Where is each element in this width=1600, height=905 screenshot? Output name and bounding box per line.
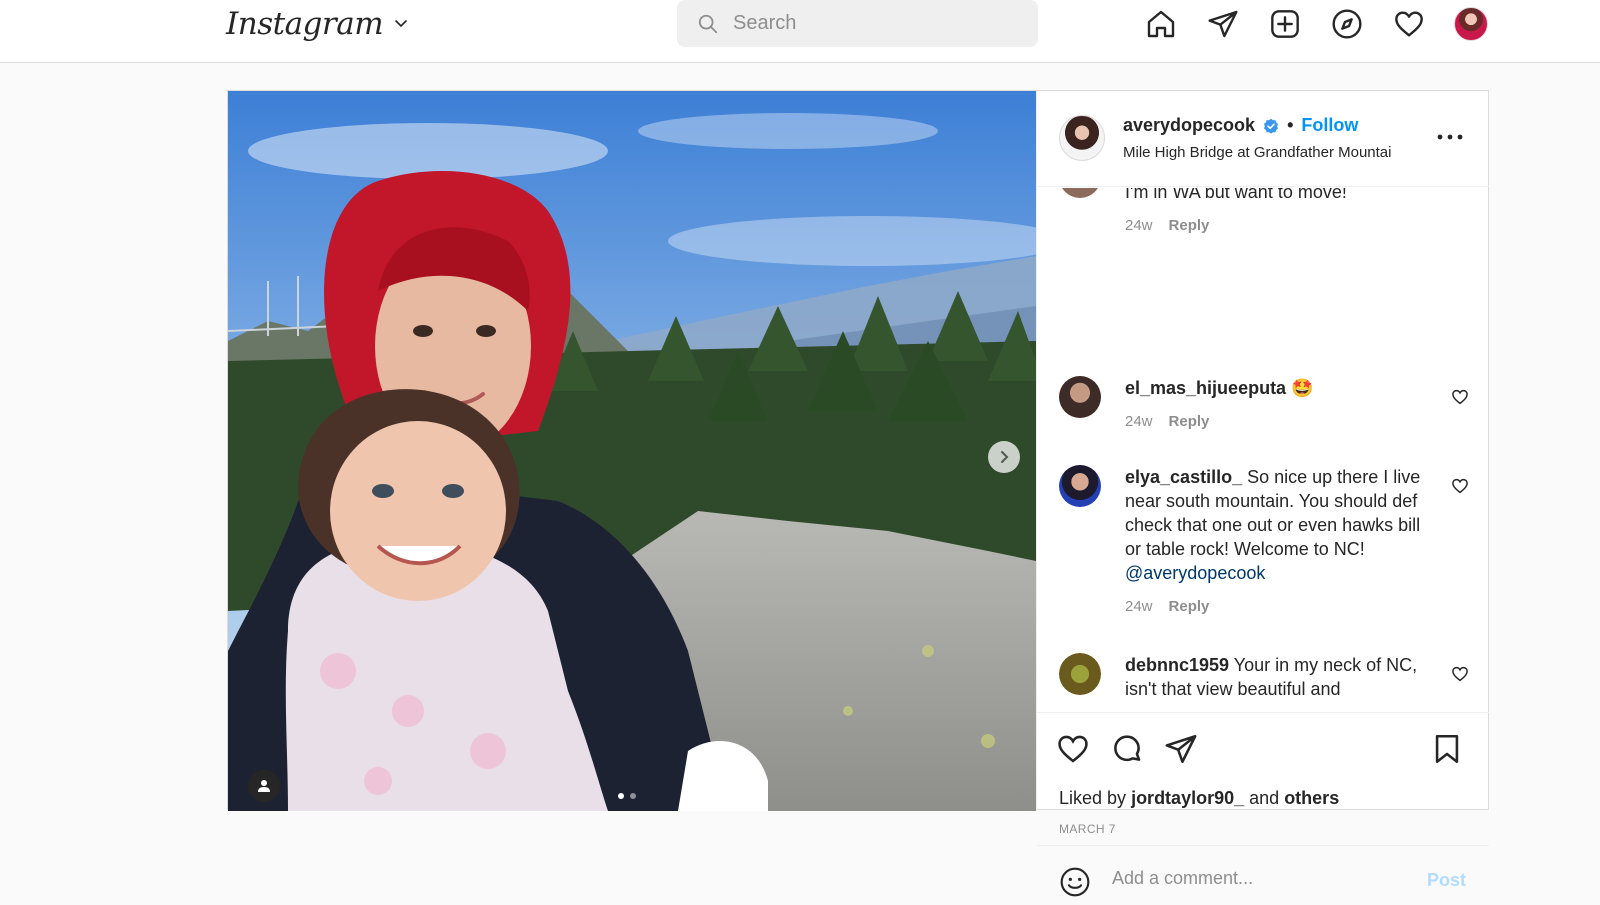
comment-username[interactable]: debnnc1959 bbox=[1125, 655, 1229, 675]
share-button[interactable] bbox=[1163, 731, 1199, 767]
reply-button[interactable]: Reply bbox=[1169, 410, 1210, 434]
comment-meta: 24w Reply bbox=[1125, 410, 1425, 434]
bookmark-icon bbox=[1435, 734, 1459, 764]
search-bar[interactable] bbox=[677, 0, 1038, 47]
chevron-right-icon bbox=[1001, 451, 1009, 463]
carousel-indicator bbox=[618, 793, 636, 799]
liked-by-prefix: Liked by bbox=[1059, 788, 1127, 808]
reply-button[interactable]: Reply bbox=[1169, 595, 1210, 619]
post-sidebar: averydopecook • Follow Mile High Bridge … bbox=[1036, 91, 1489, 897]
comment-meta: 24w Reply bbox=[1125, 595, 1425, 619]
top-navigation-bar: Instagram bbox=[0, 0, 1600, 63]
comment-body: elya_castillo_ So nice up there I live n… bbox=[1125, 465, 1425, 619]
liked-by-user[interactable]: jordtaylor90_ bbox=[1131, 788, 1244, 808]
comment-body: el_mas_hijueeputa 🤩 24w Reply bbox=[1125, 376, 1425, 434]
comment-like-icon[interactable] bbox=[1451, 388, 1469, 406]
post-comment-button[interactable]: Post bbox=[1427, 870, 1466, 891]
direct-messages-button[interactable] bbox=[1205, 6, 1241, 42]
follow-button[interactable]: Follow bbox=[1301, 115, 1358, 136]
explore-button[interactable] bbox=[1329, 6, 1365, 42]
author-username[interactable]: averydopecook bbox=[1123, 115, 1255, 136]
search-input[interactable] bbox=[733, 12, 1013, 35]
new-post-icon bbox=[1271, 10, 1299, 38]
comment-username[interactable]: elya_castillo_ bbox=[1125, 467, 1242, 487]
comment-time: 24w bbox=[1125, 413, 1153, 430]
tagged-users-button[interactable] bbox=[248, 770, 280, 802]
comment-text: it there? I'm in WA but want to move! bbox=[1125, 188, 1347, 202]
comment-time: 24w bbox=[1125, 217, 1153, 234]
post-card: averydopecook • Follow Mile High Bridge … bbox=[227, 90, 1489, 897]
profile-button[interactable] bbox=[1453, 6, 1489, 42]
reply-button[interactable]: Reply bbox=[1169, 214, 1210, 238]
author-row: averydopecook • Follow bbox=[1123, 115, 1358, 136]
comment-like-icon[interactable] bbox=[1451, 665, 1469, 683]
new-post-button[interactable] bbox=[1267, 6, 1303, 42]
comment-username[interactable]: el_mas_hijueeputa bbox=[1125, 378, 1286, 398]
chevron-down-icon[interactable] bbox=[393, 16, 409, 32]
comment-line: el_mas_hijueeputa 🤩 bbox=[1125, 376, 1425, 400]
nav-icons bbox=[1143, 6, 1489, 42]
comment-avatar[interactable] bbox=[1059, 188, 1101, 198]
save-button[interactable] bbox=[1429, 731, 1465, 767]
post-image bbox=[228, 91, 1036, 811]
like-button[interactable] bbox=[1055, 731, 1091, 767]
comment-meta: 24w Reply bbox=[1125, 214, 1425, 238]
post-photo[interactable] bbox=[228, 91, 1036, 811]
heart-icon bbox=[1395, 11, 1423, 37]
verified-badge-icon bbox=[1264, 118, 1279, 134]
comment-input[interactable] bbox=[1112, 868, 1412, 889]
logo-text: Instagram bbox=[226, 6, 384, 42]
post-location[interactable]: Mile High Bridge at Grandfather Mountai bbox=[1123, 144, 1423, 161]
instagram-logo[interactable]: Instagram bbox=[226, 2, 409, 46]
comment-line: elya_castillo_ So nice up there I live n… bbox=[1125, 465, 1425, 585]
share-icon bbox=[1165, 734, 1197, 764]
comment-avatar[interactable] bbox=[1059, 376, 1101, 418]
profile-avatar bbox=[1454, 7, 1488, 41]
post-header: averydopecook • Follow Mile High Bridge … bbox=[1037, 91, 1489, 187]
comment-avatar[interactable] bbox=[1059, 465, 1101, 507]
more-options-button[interactable] bbox=[1435, 127, 1465, 147]
comment-mention[interactable]: @averydopecook bbox=[1125, 563, 1265, 583]
comment-button[interactable] bbox=[1109, 731, 1145, 767]
home-button[interactable] bbox=[1143, 6, 1179, 42]
user-icon bbox=[258, 780, 270, 792]
comment-like-icon[interactable] bbox=[1451, 477, 1469, 495]
comment-body: it there? I'm in WA but want to move! 24… bbox=[1125, 188, 1425, 238]
comment-body: debnnc1959 Your in my neck of NC, isn't … bbox=[1125, 653, 1425, 701]
comment-avatar[interactable] bbox=[1059, 653, 1101, 695]
carousel-next-button[interactable] bbox=[988, 441, 1020, 473]
heart-icon bbox=[1058, 735, 1088, 763]
home-icon bbox=[1147, 10, 1175, 38]
post-actions: Liked by jordtaylor90_ and others MARCH … bbox=[1037, 712, 1489, 897]
direct-icon bbox=[1208, 10, 1238, 38]
comment-time: 24w bbox=[1125, 598, 1153, 615]
liked-by-others[interactable]: others bbox=[1284, 788, 1339, 808]
activity-button[interactable] bbox=[1391, 6, 1427, 42]
comments-list[interactable]: it there? I'm in WA but want to move! 24… bbox=[1037, 188, 1489, 712]
more-options-icon bbox=[1437, 134, 1463, 140]
carousel-dot-active bbox=[618, 793, 624, 799]
liked-by: Liked by jordtaylor90_ and others bbox=[1059, 788, 1339, 809]
emoji-icon[interactable] bbox=[1059, 866, 1091, 898]
carousel-dot bbox=[630, 793, 636, 799]
add-comment-bar: Post bbox=[1037, 845, 1489, 905]
separator-dot: • bbox=[1287, 115, 1294, 135]
search-icon bbox=[698, 14, 718, 33]
comment-icon bbox=[1114, 735, 1141, 762]
author-avatar[interactable] bbox=[1059, 115, 1105, 161]
liked-by-and: and bbox=[1249, 788, 1280, 808]
explore-icon bbox=[1332, 9, 1362, 39]
post-date: MARCH 7 bbox=[1059, 822, 1116, 836]
comment-text: 🤩 bbox=[1291, 378, 1314, 398]
comment-line: debnnc1959 Your in my neck of NC, isn't … bbox=[1125, 653, 1425, 701]
